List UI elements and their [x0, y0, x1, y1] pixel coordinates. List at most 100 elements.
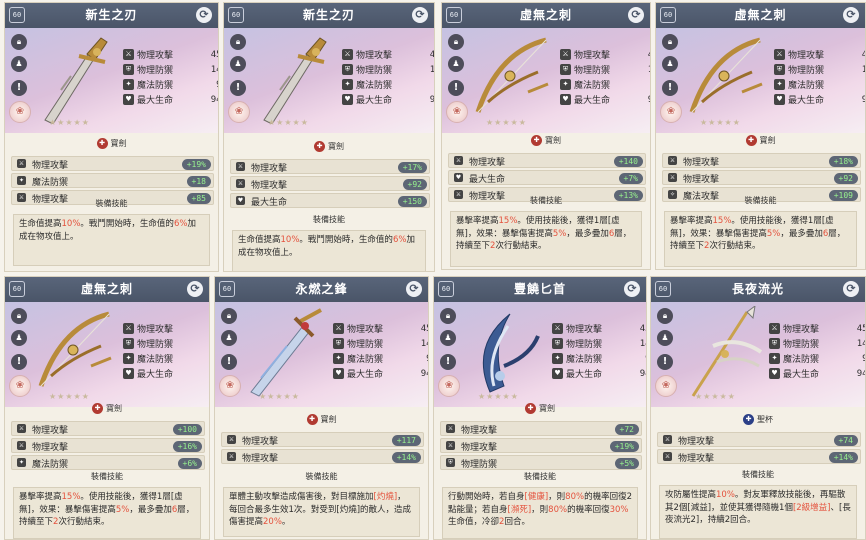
sword-icon: ⚔	[668, 156, 677, 165]
sword-icon: ⚔	[227, 452, 236, 461]
stat-row: ✦ 魔法防禦 95	[333, 351, 428, 366]
skill-text: ，則	[548, 492, 566, 502]
bonus-stat-row: ⚔ 物理攻擊 +14%	[657, 449, 861, 464]
sword-icon: ⚔	[774, 49, 785, 60]
magic-shield-icon: ✦	[342, 79, 353, 90]
equipment-name: 長夜流光	[731, 282, 784, 296]
star-rating: ★★★★★	[49, 392, 90, 401]
bonus-stat-row: ⚔ 物理攻擊 +92	[230, 176, 430, 191]
alert-icon[interactable]: !	[662, 80, 678, 96]
stat-label: 最大生命	[137, 370, 174, 380]
bonus-value: +100	[172, 424, 202, 435]
skill-text: 6%	[173, 219, 188, 229]
skill-description: 攻防屬性提高10%。對友軍釋放技能後，再驅散其2個[減益]，並使其獲得隨機1個[…	[659, 485, 857, 539]
team-icon[interactable]: ♟	[221, 330, 237, 346]
team-icon[interactable]: ♟	[662, 56, 678, 72]
sword-icon: ⚔	[446, 424, 455, 433]
bonus-label: 物理攻擊	[461, 443, 498, 453]
alert-icon[interactable]: !	[657, 354, 673, 370]
stat-value: 948	[848, 95, 865, 105]
lock-icon[interactable]: 🔒︎	[657, 308, 673, 324]
team-icon[interactable]: ♟	[11, 330, 27, 346]
skill-text: 次行動結束。	[495, 241, 547, 251]
bonus-label: 最大生命	[251, 198, 288, 208]
skill-text: ，最多疊加	[129, 504, 172, 515]
alert-icon[interactable]: !	[11, 80, 27, 96]
stat-value: 142	[639, 338, 646, 349]
equipment-card: 60 新生之刃 ⟳ 🔒︎ ♟ ! ❀ ★★★★★ ⚔ 物理攻擊 450 ⛨ 物理…	[4, 2, 219, 272]
team-icon[interactable]: ♟	[448, 56, 464, 72]
card-header: 60 虛無之刺 ⟳	[656, 3, 865, 28]
team-icon[interactable]: ♟	[230, 56, 246, 72]
stat-row: ✦ 魔法防禦 95	[774, 77, 865, 92]
sword-icon: ⚔	[17, 159, 26, 168]
base-stats: ⚔ 物理攻擊 450 ⛨ 物理防禦 142 ✦ 魔法防禦 95 ♥ 最大生命	[123, 47, 218, 107]
lock-icon[interactable]: 🔒︎	[230, 34, 246, 50]
team-icon[interactable]: ♟	[657, 330, 673, 346]
swap-arrows-icon[interactable]: ⟳	[628, 7, 644, 23]
stat-row: ⚔ 物理攻擊 450	[774, 47, 865, 62]
lock-icon[interactable]: 🔒︎	[11, 308, 27, 324]
skill-text: 回合。	[504, 517, 530, 527]
stat-label: 最大生命	[574, 96, 611, 106]
sword-icon: ⚔	[769, 323, 780, 334]
lock-icon[interactable]: 🔒︎	[11, 34, 27, 50]
skill-text: [2級增益]	[792, 502, 831, 513]
swap-arrows-icon[interactable]: ⟳	[624, 281, 640, 297]
level-badge: 60	[219, 281, 235, 297]
alert-icon[interactable]: !	[448, 80, 464, 96]
stat-row: ⛨ 物理防禦 142	[333, 336, 428, 351]
equipment-name: 永燃之鋒	[295, 282, 348, 296]
bonus-value: +18	[186, 176, 211, 187]
stat-row: ♥ 最大生命 948	[333, 366, 428, 381]
swap-arrows-icon[interactable]: ⟳	[412, 7, 428, 23]
alert-icon[interactable]: !	[221, 354, 237, 370]
stat-row: ✦ 魔法防禦 95	[560, 77, 650, 92]
shield-icon: ⛨	[342, 64, 353, 75]
skill-text: ，則	[531, 504, 549, 515]
skill-text: 暴擊率提高	[19, 492, 62, 502]
lock-icon[interactable]: 🔒︎	[221, 308, 237, 324]
skill-text: 生命值，冷卻	[448, 517, 500, 527]
skill-header: 裝備技能	[742, 470, 774, 479]
emblem-icon: ❀	[219, 375, 241, 397]
lock-icon[interactable]: 🔒︎	[662, 34, 678, 50]
bonus-stat-row: ⚔ 物理攻擊 +140	[448, 153, 646, 168]
stat-value: 142	[210, 64, 218, 75]
card-header: 60 豐饒匕首 ⟳	[434, 277, 646, 302]
bonus-stat-row: ⚔ 物理攻擊 +92	[662, 170, 861, 185]
stat-label: 物理防禦	[783, 340, 820, 350]
alert-icon[interactable]: !	[11, 354, 27, 370]
alert-icon[interactable]: !	[440, 354, 456, 370]
swap-arrows-icon[interactable]: ⟳	[406, 281, 422, 297]
star-rating: ★★★★★	[259, 392, 300, 401]
skill-text: 攻防屬性提高	[665, 490, 717, 500]
lock-icon[interactable]: 🔒︎	[440, 308, 456, 324]
stat-label: 物理攻擊	[137, 51, 174, 61]
skill-text: 生命值提高	[19, 219, 62, 229]
stat-row: ✦ 魔法防禦 95	[342, 77, 434, 92]
bonus-label: 物理攻擊	[469, 158, 506, 168]
team-icon[interactable]: ♟	[440, 330, 456, 346]
alert-icon[interactable]: !	[230, 80, 246, 96]
level-badge: 60	[446, 7, 462, 23]
equipment-name: 新生之刃	[85, 8, 138, 22]
weapon-image	[468, 32, 556, 124]
skill-text: 5%	[766, 228, 781, 239]
bonus-value: +14%	[391, 452, 421, 463]
stat-value: 95	[197, 80, 218, 90]
bonus-value: +7%	[618, 173, 643, 184]
lock-icon[interactable]: 🔒︎	[448, 34, 464, 50]
skill-header: 裝備技能	[744, 196, 777, 205]
bonus-value: +19%	[609, 441, 639, 452]
weapon-type-text: 寶劍	[106, 404, 122, 413]
swap-arrows-icon[interactable]: ⟳	[843, 281, 859, 297]
weapon-type-label: ✚ 寶劍	[434, 403, 646, 414]
equipment-card: 60 虛無之刺 ⟳ 🔒︎ ♟ ! ❀ ★★★★★ ⚔ 物理攻擊 450 ⛨ 物理…	[655, 2, 866, 270]
team-icon[interactable]: ♟	[11, 56, 27, 72]
swap-arrows-icon[interactable]: ⟳	[187, 281, 203, 297]
stat-label: 最大生命	[347, 370, 384, 380]
swap-arrows-icon[interactable]: ⟳	[843, 7, 859, 23]
stat-value: 450	[856, 323, 865, 334]
swap-arrows-icon[interactable]: ⟳	[196, 7, 212, 23]
